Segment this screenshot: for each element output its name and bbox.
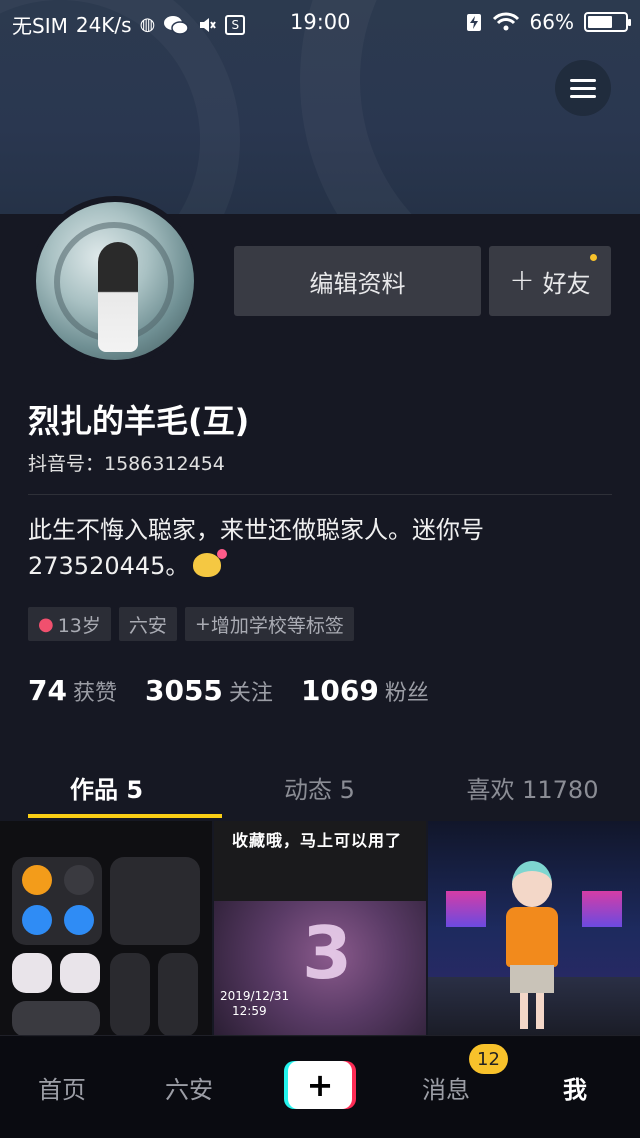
followers-count: 1069 (300, 674, 379, 707)
video-grid: 收藏哦，马上可以用了 3 2019/12/31 12:59 (0, 821, 640, 1037)
tab-likes[interactable]: 喜欢 11780 (426, 760, 639, 820)
moon-icon (60, 953, 100, 993)
bio-line-2: 273520445。 (28, 548, 588, 584)
network-speed: 24K/s (75, 12, 132, 37)
following-count: 3055 (144, 674, 223, 707)
age-tag: ● 13岁 (28, 607, 111, 641)
character-legs (520, 993, 544, 1029)
bluetooth-icon (64, 905, 94, 935)
add-school-tag-label: 增加学校等标签 (210, 614, 344, 637)
add-friend-label: 好友 (542, 269, 591, 298)
female-icon: ● (38, 613, 54, 635)
stage-screen (446, 891, 486, 927)
video-preview: 3 2019/12/31 12:59 (214, 901, 426, 1037)
tab-moments-label: 动态 5 (284, 776, 355, 804)
plus-icon: + (194, 613, 211, 635)
hamburger-line (570, 86, 596, 90)
likes-count: 74 (28, 674, 67, 707)
wechat-icon (163, 14, 190, 36)
media-panel (110, 857, 200, 945)
volume-slider (158, 953, 198, 1037)
video-date: 2019/12/31 12:59 (220, 989, 289, 1019)
plus-icon: + (509, 263, 535, 298)
nickname: 烈扎的羊毛(互) (28, 402, 250, 440)
add-friend-button[interactable]: + 好友 (489, 246, 611, 316)
character-skirt (510, 965, 554, 993)
bio-text: 此生不悔入聪家，来世还做聪家人。迷你号 273520445。 (28, 512, 588, 584)
menu-button[interactable] (555, 60, 611, 116)
tab-works-label: 作品 5 (69, 776, 144, 804)
clock: 19:00 (290, 10, 351, 34)
divider (28, 494, 612, 495)
brightness-slider (110, 953, 150, 1037)
rotation-lock-icon (12, 953, 52, 993)
character-head (512, 861, 552, 907)
likes-stat: 74 获赞 (28, 674, 117, 707)
video-date-line: 2019/12/31 (220, 989, 290, 1003)
location-tag: 六安 (118, 607, 177, 641)
likes-label: 获赞 (72, 681, 117, 706)
profile-tags: ● 13岁 六安 + 增加学校等标签 (28, 607, 354, 641)
bio-line: 此生不悔入聪家，来世还做聪家人。迷你号 (28, 516, 484, 544)
nav-me[interactable]: 我 (563, 1070, 587, 1105)
wifi-icon (492, 12, 520, 32)
battery-percent: 66% (529, 10, 574, 34)
following-label: 关注 (228, 681, 273, 706)
plus-icon: + (288, 1061, 352, 1109)
tab-works[interactable]: 作品 5 (0, 760, 222, 820)
status-right: 66% (466, 10, 631, 34)
content-tabs: 作品 5 动态 5 喜欢 11780 (0, 760, 640, 820)
tab-moments[interactable]: 动态 5 (213, 760, 426, 820)
status-left: 无SIM 24K/s ◍ S (12, 10, 246, 39)
mute-icon (197, 15, 217, 35)
messages-badge: 12 (469, 1044, 508, 1074)
followers-stat[interactable]: 1069 粉丝 (301, 674, 429, 707)
globe-icon: ◍ (139, 14, 156, 35)
age-tag-label: 13岁 (57, 614, 101, 637)
nav-city[interactable]: 六安 (165, 1070, 213, 1105)
douyin-id: 抖音号：1586312454 (28, 453, 225, 475)
mirror-panel (12, 1001, 100, 1037)
character-body (506, 907, 558, 967)
tab-likes-label: 喜欢 11780 (466, 776, 599, 804)
followers-label: 粉丝 (384, 681, 429, 706)
video-thumbnail[interactable] (428, 821, 640, 1037)
add-school-tag-button[interactable]: + 增加学校等标签 (184, 607, 354, 641)
wifi-icon (22, 905, 52, 935)
hamburger-line (570, 94, 596, 98)
avatar-photo (36, 202, 194, 360)
following-stat[interactable]: 3055 关注 (145, 674, 273, 707)
carrier-text: 无SIM (12, 14, 68, 38)
status-bar: 无SIM 24K/s ◍ S 19:00 66% (0, 0, 640, 44)
bio-line: 273520445。 (28, 552, 190, 580)
create-video-button[interactable]: + (284, 1061, 356, 1109)
battery-fill (588, 16, 612, 28)
video-caption: 收藏哦，马上可以用了 (232, 831, 403, 850)
avatar-figure (98, 242, 138, 352)
profile-stats: 74 获赞 3055 关注 1069 粉丝 (28, 674, 429, 707)
emoji-icon (193, 549, 228, 577)
stage-screen (582, 891, 622, 927)
cellular-icon (64, 865, 94, 895)
notification-dot (590, 254, 597, 261)
edit-profile-button[interactable]: 编辑资料 (234, 246, 481, 316)
battery-icon (584, 12, 631, 32)
avatar[interactable] (30, 196, 200, 366)
countdown-number: 3 (302, 911, 353, 995)
charging-icon (466, 12, 482, 32)
video-time-line: 12:59 (232, 1004, 267, 1018)
nav-home[interactable]: 首页 (38, 1070, 86, 1105)
airplane-icon (22, 865, 52, 895)
video-thumbnail[interactable] (0, 821, 212, 1037)
s-icon: S (225, 14, 246, 35)
location-tag-label: 六安 (128, 614, 167, 637)
nav-messages[interactable]: 消息 (422, 1070, 470, 1105)
active-tab-indicator (28, 814, 222, 818)
hamburger-menu-icon (570, 78, 596, 82)
video-thumbnail[interactable]: 收藏哦，马上可以用了 3 2019/12/31 12:59 (214, 821, 426, 1037)
